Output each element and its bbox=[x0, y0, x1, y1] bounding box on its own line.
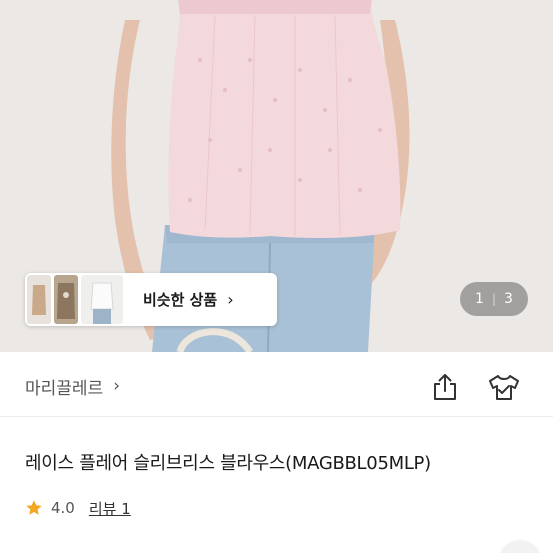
image-page-indicator: 1 | 3 bbox=[460, 282, 528, 316]
chevron-right-icon: › bbox=[227, 290, 234, 309]
page-separator: | bbox=[491, 292, 497, 306]
star-icon bbox=[26, 500, 42, 515]
similar-products-label: 비슷한 상품 bbox=[143, 291, 218, 309]
similar-thumbnail bbox=[81, 275, 123, 324]
similar-thumbnail bbox=[27, 275, 51, 324]
chevron-right-icon[interactable]: › bbox=[113, 376, 120, 396]
divider bbox=[0, 416, 553, 417]
similar-thumbnail bbox=[54, 275, 78, 324]
similar-products-button[interactable]: 비슷한 상품 › bbox=[25, 273, 277, 326]
review-link[interactable]: 리뷰 1 bbox=[89, 498, 131, 519]
shop-row: 마리끌레르 › bbox=[0, 358, 553, 414]
floating-button-edge bbox=[500, 540, 540, 553]
current-page: 1 bbox=[475, 291, 484, 307]
rating-value: 4.0 bbox=[51, 499, 75, 517]
shop-name-link[interactable]: 마리끌레르 bbox=[25, 374, 103, 399]
similar-thumbnails bbox=[27, 275, 123, 324]
share-icon[interactable] bbox=[430, 372, 460, 402]
rating-row: 4.0 리뷰 1 bbox=[25, 496, 131, 520]
clothing-icon[interactable] bbox=[487, 372, 521, 402]
total-pages: 3 bbox=[504, 291, 513, 307]
product-title: 레이스 플레어 슬리브리스 블라우스(MAGBBL05MLP) bbox=[25, 453, 431, 474]
